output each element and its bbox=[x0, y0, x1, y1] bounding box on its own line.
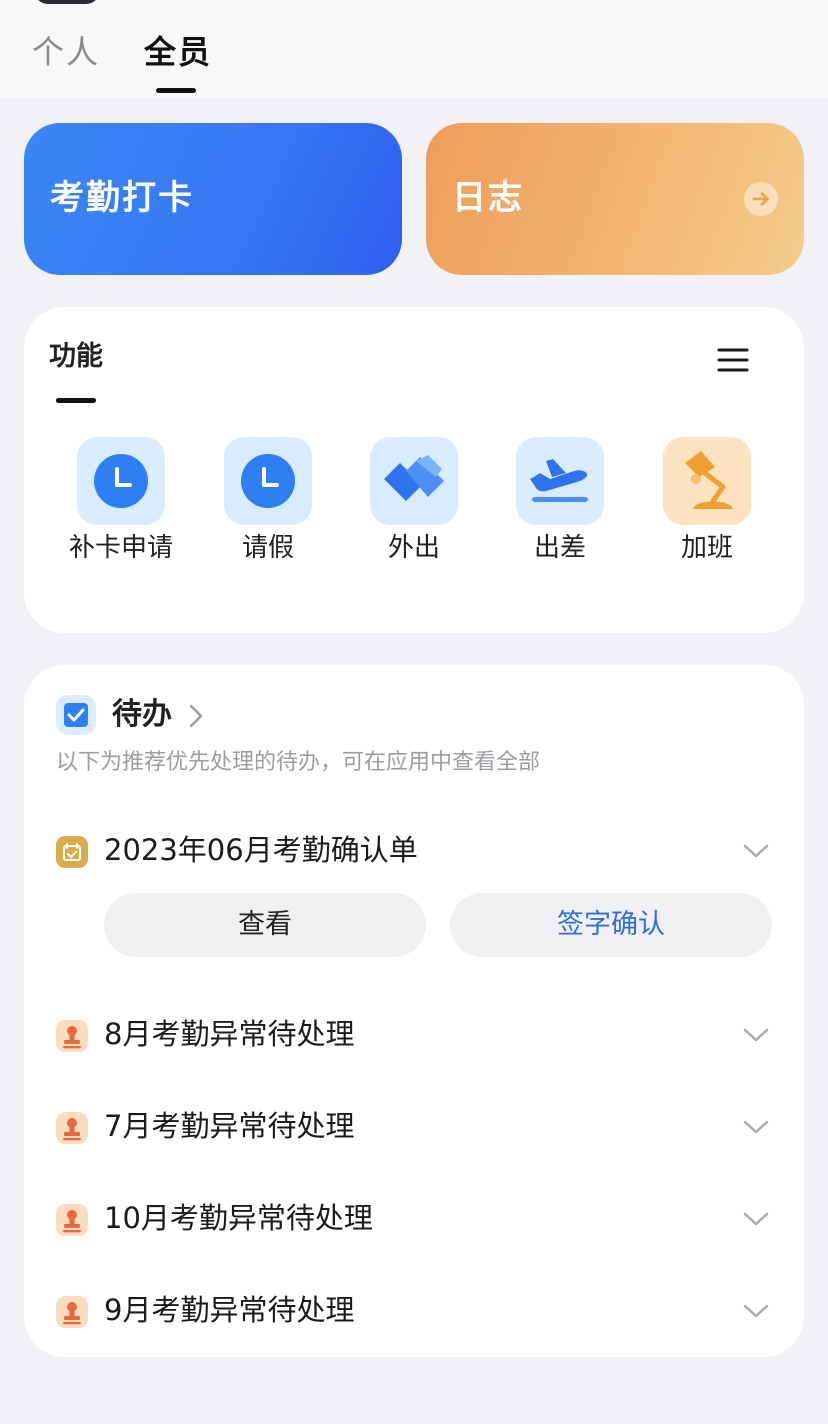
log-card[interactable]: 日志 bbox=[426, 123, 804, 275]
chevron-down-icon[interactable] bbox=[742, 843, 770, 859]
stamp-icon bbox=[56, 1112, 88, 1144]
todo-title[interactable]: 待办 bbox=[112, 695, 172, 735]
attendance-checkin-card[interactable]: 考勤打卡 bbox=[24, 123, 402, 275]
chevron-down-icon[interactable] bbox=[742, 1211, 770, 1227]
top-header: 个人 全员 bbox=[0, 0, 828, 98]
todo-item-label[interactable]: 7月考勤异常待处理 bbox=[104, 1107, 354, 1145]
todo-card: 待办 以下为推荐优先处理的待办，可在应用中查看全部 2023年06月考勤确认单 … bbox=[24, 665, 804, 1357]
stamp-icon bbox=[56, 1204, 88, 1236]
attendance-checkin-label: 考勤打卡 bbox=[50, 178, 194, 218]
checkbox-icon bbox=[56, 695, 96, 735]
todo-item-label[interactable]: 8月考勤异常待处理 bbox=[104, 1015, 354, 1053]
chevron-down-icon[interactable] bbox=[742, 1027, 770, 1043]
chevron-down-icon[interactable] bbox=[742, 1303, 770, 1319]
stamp-icon bbox=[56, 1020, 88, 1052]
function-label: 加班 bbox=[680, 533, 733, 563]
functions-title-indicator bbox=[56, 398, 96, 403]
log-label: 日志 bbox=[452, 178, 524, 218]
chevron-down-icon[interactable] bbox=[742, 1119, 770, 1135]
clock-icon bbox=[77, 437, 165, 525]
function-leave[interactable]: 请假 bbox=[208, 437, 328, 565]
functions-title: 功能 bbox=[49, 341, 103, 372]
active-tab-indicator bbox=[156, 88, 196, 93]
calendar-icon bbox=[56, 836, 88, 868]
function-go-out[interactable]: 外出 bbox=[354, 437, 474, 565]
todo-item-label[interactable]: 9月考勤异常待处理 bbox=[104, 1291, 354, 1329]
menu-icon[interactable] bbox=[716, 345, 750, 375]
chevron-right-icon[interactable] bbox=[186, 702, 206, 730]
clock-icon bbox=[224, 437, 312, 525]
function-reissue-card[interactable]: 补卡申请 bbox=[61, 437, 181, 565]
function-business-trip[interactable]: 出差 bbox=[500, 437, 620, 565]
function-label: 补卡申请 bbox=[68, 533, 173, 563]
tab-all[interactable]: 全员 bbox=[144, 32, 212, 72]
sign-confirm-button[interactable]: 签字确认 bbox=[450, 893, 772, 957]
function-overtime[interactable]: 加班 bbox=[647, 437, 767, 565]
desk-lamp-icon bbox=[663, 437, 751, 525]
todo-item-label[interactable]: 10月考勤异常待处理 bbox=[104, 1199, 373, 1237]
tab-personal[interactable]: 个人 bbox=[32, 32, 100, 72]
todo-item-label[interactable]: 2023年06月考勤确认单 bbox=[104, 831, 418, 869]
plane-icon bbox=[516, 437, 604, 525]
arrow-right-icon bbox=[744, 182, 778, 216]
function-label: 请假 bbox=[241, 533, 294, 563]
stamp-icon bbox=[56, 1296, 88, 1328]
avatar[interactable] bbox=[34, 0, 100, 4]
view-button[interactable]: 查看 bbox=[104, 893, 426, 957]
functions-card: 功能 补卡申请 请假 外出 出差 加班 bbox=[24, 307, 804, 633]
function-label: 外出 bbox=[387, 533, 440, 563]
handshake-icon bbox=[370, 437, 458, 525]
todo-subtitle: 以下为推荐优先处理的待办，可在应用中查看全部 bbox=[56, 750, 541, 775]
function-label: 出差 bbox=[533, 533, 586, 563]
